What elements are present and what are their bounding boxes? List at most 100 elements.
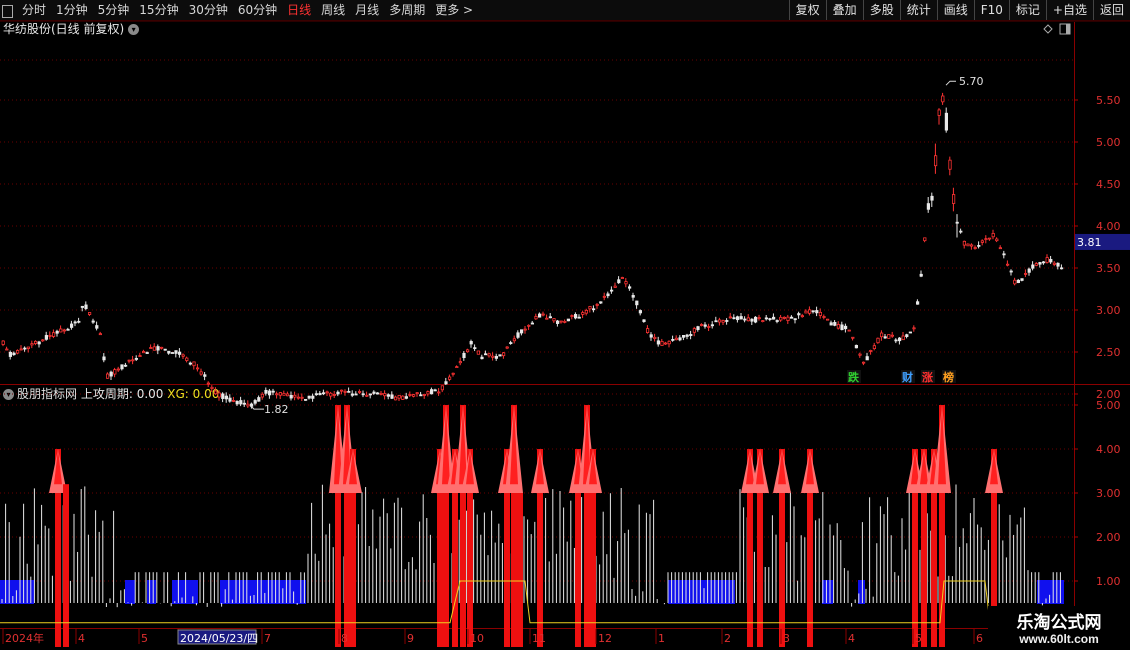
candlestick-series — [1, 92, 1064, 409]
candle-body — [725, 320, 729, 322]
candle-body — [95, 325, 99, 329]
candle-body — [595, 303, 599, 306]
x-tick-label: 8 — [341, 632, 348, 645]
toolbar-button-1[interactable]: 叠加 — [825, 0, 863, 20]
candle-body — [919, 273, 923, 277]
y-tick-label: 3.00 — [1096, 487, 1121, 500]
candle-body — [739, 316, 743, 320]
indicator-pink-triangle — [751, 449, 769, 493]
candle-body — [181, 354, 185, 357]
indicator-red-triangle — [574, 449, 582, 485]
stock-title-text: 华纺股份(日线 前复权) — [3, 22, 125, 36]
toolbar-button-7[interactable]: +自选 — [1045, 0, 1093, 20]
y-tick-label: 1.00 — [1096, 575, 1121, 588]
chevron-down-icon[interactable]: ▾ — [128, 24, 140, 35]
candle-body — [375, 392, 380, 395]
indicator-red-triangle — [436, 449, 444, 485]
x-tick-label: 9 — [407, 632, 414, 645]
candle-body — [1034, 263, 1038, 266]
current-price-label: 3.81 — [1077, 236, 1102, 249]
candle-body — [8, 351, 12, 357]
candle-body — [556, 320, 560, 324]
candle-body — [303, 398, 308, 401]
timeframe-8[interactable]: 月线 — [350, 0, 384, 20]
candle-body — [833, 322, 837, 326]
chart-canvas[interactable]: 5.70 1.82 跌 财涨榜 5.50 5.00 4.50 4.00 3.50 3.00 2.5… — [0, 0, 1130, 650]
toolbar-button-6[interactable]: 标记 — [1008, 0, 1046, 20]
indicator-pink-triangle — [329, 405, 347, 493]
indicator-red-bar — [921, 449, 927, 647]
timeframe-bar: 分时 1分钟 5分钟 15分钟 30分钟 60分钟 日线 周线 月线 多周期 更多 > — [0, 0, 478, 20]
candle-body — [851, 336, 855, 339]
indicator-red-triangle — [756, 449, 764, 485]
candle-body — [642, 319, 646, 323]
candle-body — [883, 336, 887, 339]
candle-body — [527, 324, 531, 327]
candle-body — [552, 318, 556, 322]
candle-body — [264, 389, 268, 394]
toolbar-button-0[interactable]: 复权 — [788, 0, 826, 20]
candle-body — [656, 340, 661, 345]
timeframe-4[interactable]: 30分钟 — [184, 0, 233, 20]
x-tick-label: 2024年 — [5, 631, 44, 645]
candle-body — [671, 338, 675, 341]
timeframe-10[interactable]: 更多 > — [430, 0, 478, 20]
chevron-down-icon[interactable]: ▾ — [3, 389, 14, 400]
event-marker-bg — [921, 370, 935, 383]
candle-body — [678, 337, 682, 341]
candle-body — [898, 337, 902, 342]
watermark: 乐淘公式网 www.60lt.com — [988, 606, 1130, 650]
toolbar-button-2[interactable]: 多股 — [862, 0, 900, 20]
candle-body — [494, 356, 499, 359]
timeframe-5[interactable]: 60分钟 — [233, 0, 282, 20]
indicator-red-bar — [931, 449, 937, 647]
x-tick-label: 4 — [78, 632, 85, 645]
toolbar-button-8[interactable]: 返回 — [1092, 0, 1130, 20]
candle-body — [808, 309, 812, 314]
y-tick-label: 3.00 — [1096, 304, 1121, 317]
timeframe-3[interactable]: 15分钟 — [134, 0, 183, 20]
candle-body — [984, 238, 988, 241]
candle-body — [113, 369, 117, 375]
indicator-red-bar — [460, 405, 466, 647]
candle-body — [1031, 264, 1035, 269]
candle-body — [685, 334, 689, 337]
candle-body — [170, 352, 174, 354]
candle-body — [674, 337, 679, 341]
candle-body — [1027, 268, 1031, 273]
candle-body — [138, 355, 142, 357]
candle-body — [116, 368, 120, 371]
candle-body — [149, 347, 153, 349]
candle-body — [462, 352, 466, 359]
toolbar-button-4[interactable]: 画线 — [936, 0, 974, 20]
toolbar-button-5[interactable]: F10 — [973, 0, 1009, 20]
candle-body — [444, 381, 448, 385]
timeframe-0[interactable]: 分时 — [17, 0, 51, 20]
indicator-red-bar — [335, 405, 341, 647]
window-icon[interactable] — [2, 4, 13, 18]
indicator-pink-triangle — [933, 405, 951, 493]
candle-body — [440, 385, 445, 391]
timeframe-7[interactable]: 周线 — [316, 0, 350, 20]
candle-body — [574, 314, 578, 319]
timeframe-2[interactable]: 5分钟 — [93, 0, 135, 20]
timeframe-6[interactable]: 日线 — [282, 0, 316, 20]
indicator-red-bar — [590, 449, 596, 647]
timeframe-9[interactable]: 多周期 — [384, 0, 430, 20]
event-marker-2: 涨 — [922, 370, 933, 384]
candle-body — [156, 346, 160, 351]
indicator-pink-triangle — [915, 449, 933, 493]
indicator-pink-triangle — [985, 449, 1003, 493]
candle-body — [700, 324, 704, 326]
candle-body — [995, 238, 999, 242]
candle-body — [26, 346, 31, 349]
candle-body — [501, 352, 506, 357]
candle-body — [624, 281, 628, 285]
timeframe-1[interactable]: 1分钟 — [51, 0, 93, 20]
x-tick-label: 1 — [658, 632, 665, 645]
candle-body — [750, 318, 754, 322]
candle-body — [329, 392, 333, 397]
x-tick-label: 11 — [532, 632, 546, 645]
event-marker-bg — [847, 370, 861, 383]
toolbar-button-3[interactable]: 统计 — [899, 0, 937, 20]
